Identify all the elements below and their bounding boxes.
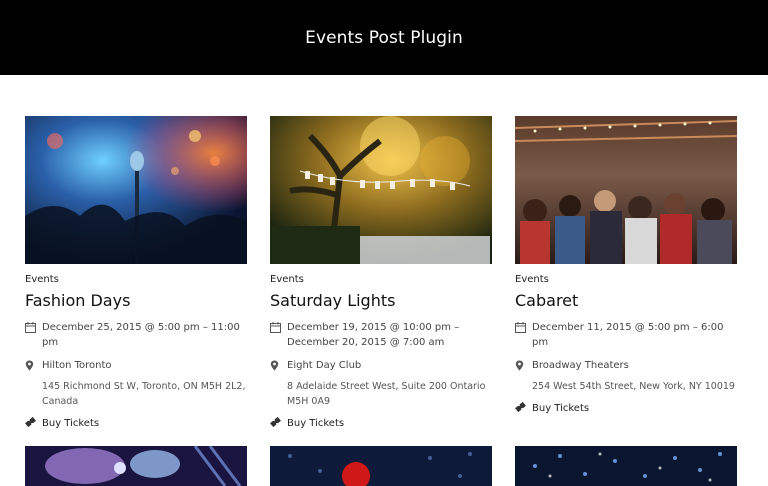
buy-tickets-label: Buy Tickets	[532, 403, 590, 414]
calendar-icon	[25, 320, 42, 338]
event-image-stage-lights[interactable]	[25, 446, 247, 486]
map-pin-icon	[515, 358, 532, 376]
event-address: 254 West 54th Street, New York, NY 10019	[532, 381, 735, 392]
event-title[interactable]: Saturday Lights	[270, 290, 492, 312]
site-header: Events Post Plugin	[0, 0, 768, 75]
event-address: 8 Adelaide Street West, Suite 200 Ontari…	[287, 381, 486, 407]
event-venue-row: Eight Day Club	[270, 358, 492, 376]
event-category[interactable]: Events	[270, 274, 492, 286]
event-category[interactable]: Events	[515, 274, 737, 286]
event-address: 145 Richmond St W, Toronto, ON M5H 2L2, …	[42, 381, 246, 407]
map-pin-icon	[270, 358, 287, 376]
event-venue[interactable]: Broadway Theaters	[532, 358, 737, 373]
event-date-row: December 25, 2015 @ 5:00 pm – 11:00 pm	[25, 320, 247, 350]
event-date: December 25, 2015 @ 5:00 pm – 11:00 pm	[42, 322, 240, 348]
calendar-icon	[515, 320, 532, 338]
event-venue-row: Hilton Toronto	[25, 358, 247, 376]
buy-tickets-link[interactable]: Buy Tickets	[270, 416, 492, 430]
event-card-3: Events Cabaret December 11, 2015 @ 5:00 …	[515, 116, 737, 415]
ticket-icon	[25, 416, 42, 430]
map-pin-icon	[25, 358, 42, 376]
event-image-concert[interactable]	[25, 116, 247, 264]
event-image-cabaret-crowd[interactable]	[515, 116, 737, 264]
buy-tickets-label: Buy Tickets	[287, 418, 345, 429]
calendar-icon	[270, 320, 287, 338]
event-date: December 11, 2015 @ 5:00 pm – 6:00 pm	[532, 322, 724, 348]
event-title[interactable]: Fashion Days	[25, 290, 247, 312]
event-venue[interactable]: Hilton Toronto	[42, 358, 247, 373]
event-venue-row: Broadway Theaters	[515, 358, 737, 376]
event-date-row: December 19, 2015 @ 10:00 pm – December …	[270, 320, 492, 350]
event-title[interactable]: Cabaret	[515, 290, 737, 312]
event-category[interactable]: Events	[25, 274, 247, 286]
event-image-red-balloon[interactable]	[270, 446, 492, 486]
ticket-icon	[270, 416, 287, 430]
event-venue[interactable]: Eight Day Club	[287, 358, 492, 373]
event-date: December 19, 2015 @ 10:00 pm – December …	[287, 322, 460, 348]
ticket-icon	[515, 401, 532, 415]
buy-tickets-link[interactable]: Buy Tickets	[25, 416, 247, 430]
event-card-1: Events Fashion Days December 25, 2015 @ …	[25, 116, 247, 430]
event-image-garden-lights[interactable]	[270, 116, 492, 264]
event-image-confetti[interactable]	[515, 446, 737, 486]
page-title: Events Post Plugin	[305, 27, 463, 48]
event-card-2: Events Saturday Lights December 19, 2015…	[270, 116, 492, 430]
buy-tickets-label: Buy Tickets	[42, 418, 100, 429]
buy-tickets-link[interactable]: Buy Tickets	[515, 401, 737, 415]
event-date-row: December 11, 2015 @ 5:00 pm – 6:00 pm	[515, 320, 737, 350]
